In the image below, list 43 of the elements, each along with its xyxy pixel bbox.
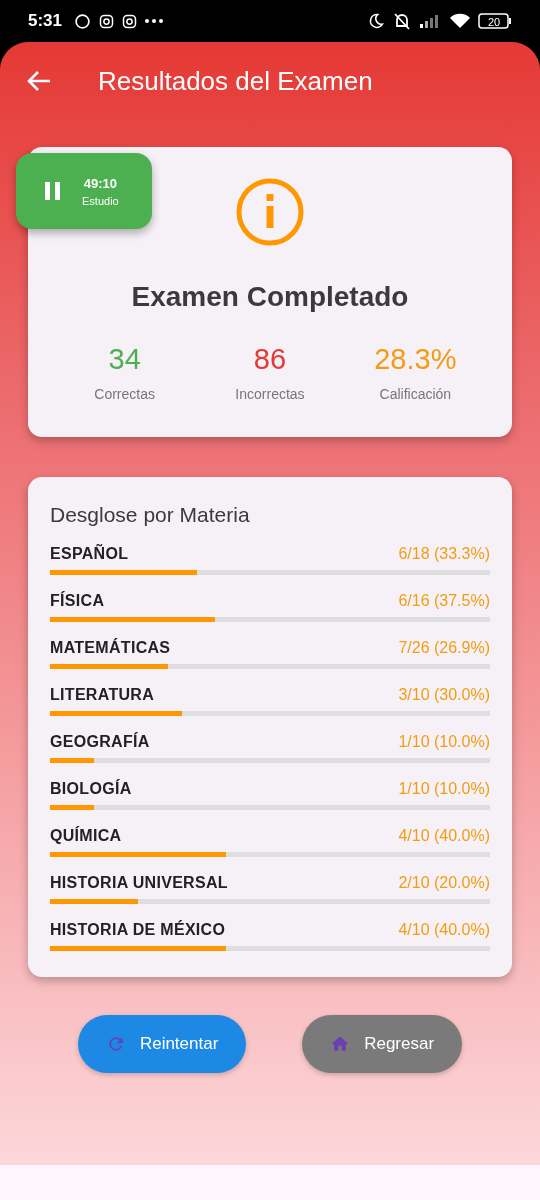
home-icon	[330, 1034, 351, 1054]
more-icon	[145, 19, 164, 23]
camera-icon	[99, 13, 115, 29]
subject-score: 1/10 (10.0%)	[398, 733, 490, 751]
back-arrow-icon[interactable]	[26, 70, 52, 92]
stat-value: 34	[108, 343, 141, 376]
timer-time: 49:10	[83, 175, 117, 191]
subject-score: 3/10 (30.0%)	[398, 686, 490, 704]
subject-name: MATEMÁTICAS	[50, 639, 171, 657]
subject-score: 2/10 (20.0%)	[398, 874, 490, 892]
back-button[interactable]: Regresar	[302, 1015, 463, 1073]
retry-button[interactable]: Reintentar	[77, 1015, 247, 1073]
moon-icon	[368, 13, 384, 29]
subject-name: GEOGRAFÍA	[50, 733, 150, 751]
page-title: Resultados del Examen	[98, 65, 373, 97]
subject-score: 4/10 (40.0%)	[398, 827, 490, 845]
subject-score: 1/10 (10.0%)	[398, 780, 490, 798]
stat-value: 86	[253, 343, 287, 376]
info-icon	[235, 177, 305, 247]
subject-name: HISTORIA UNIVERSAL	[50, 874, 228, 892]
subject-score: 6/18 (33.3%)	[398, 545, 490, 563]
timer-mode: Estudio	[82, 194, 119, 207]
stat-value: 28.3%	[374, 343, 457, 376]
subject-name: FÍSICA	[50, 592, 105, 610]
timer-badge[interactable]: 49:10 Estudio	[16, 153, 152, 229]
subject-name: QUÍMICA	[50, 827, 122, 845]
completion-title: Examen Completado	[131, 281, 409, 313]
subject-name: BIOLOGÍA	[50, 780, 132, 798]
subject-name: ESPAÑOL	[50, 545, 129, 563]
subject-score: 4/10 (40.0%)	[398, 921, 490, 939]
wifi-icon	[450, 13, 470, 29]
subject-score: 7/26 (26.9%)	[398, 639, 490, 657]
stat-label: Correctas	[94, 386, 155, 402]
camera-icon	[122, 13, 138, 29]
stat-label: Incorrectas	[235, 386, 305, 402]
breakdown-title: Desglose por Materia	[50, 503, 251, 527]
subject-score: 6/16 (37.5%)	[398, 592, 490, 610]
status-time: 5:31	[28, 11, 63, 31]
subject-name: LITERATURA	[50, 686, 155, 704]
muted-bell-icon	[392, 12, 412, 30]
battery-icon: 20	[478, 13, 512, 29]
subject-name: HISTORIA DE MÉXICO	[50, 921, 226, 939]
stat-label: Calificación	[379, 386, 452, 402]
